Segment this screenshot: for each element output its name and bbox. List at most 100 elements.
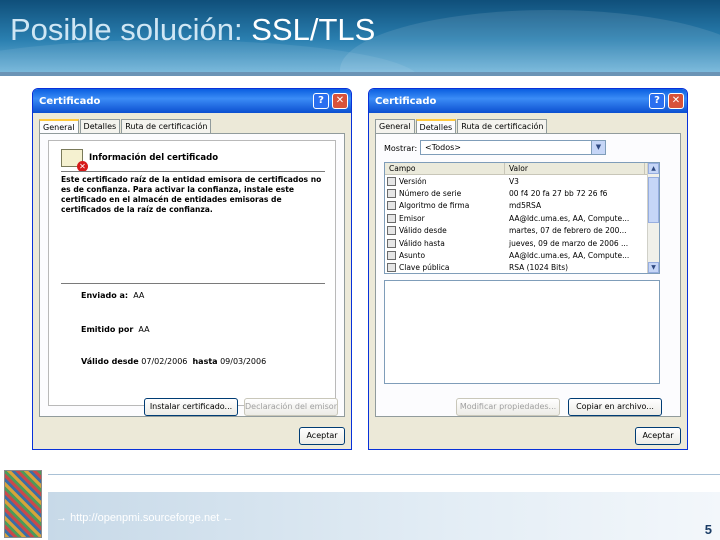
scroll-down-icon[interactable]: ▼ [648, 262, 659, 273]
scroll-up-icon[interactable]: ▲ [648, 163, 659, 174]
tab-general[interactable]: General [39, 119, 79, 134]
column-header-value[interactable]: Valor [505, 163, 645, 174]
footer-divider [48, 474, 720, 475]
field-icon [387, 176, 396, 186]
issued-by-value: AA [138, 325, 150, 334]
issued-by: Emitido por AA [81, 325, 150, 334]
field-icon [387, 213, 396, 223]
issued-to-label: Enviado a: [81, 291, 129, 300]
valid-to-label: hasta [192, 357, 218, 366]
list-row[interactable]: Válido desde martes, 07 de febrero de 200… [385, 225, 659, 237]
slide-header: Posible solución: SSL/TLS [0, 0, 720, 72]
field-value: martes, 07 de febrero de 200... [509, 226, 627, 236]
trust-warning-text: Este certificado raíz de la entidad emis… [61, 175, 322, 214]
tab-strip: General Detalles Ruta de certificación [375, 119, 548, 134]
valid-to-value: 09/03/2006 [220, 357, 267, 366]
footer-url[interactable]: http://openpmi.sourceforge.net [70, 512, 219, 524]
arrow-left-icon: ← [222, 512, 234, 524]
field-value: V3 [509, 176, 519, 186]
certificate-dialog-details: Certificado ? ✕ General Detalles Ruta de… [368, 88, 688, 450]
dialog-title: Certificado [39, 95, 101, 107]
ok-button[interactable]: Aceptar [635, 427, 681, 445]
field-icon [387, 226, 396, 236]
field-name: Clave pública [399, 263, 450, 273]
field-value: 00 f4 20 fa 27 bb 72 26 f6 [509, 189, 608, 199]
field-name: Versión [399, 176, 427, 186]
chevron-down-icon[interactable]: ▼ [591, 141, 605, 154]
issued-to: Enviado a: AA [81, 291, 144, 300]
tab-panel-details: Mostrar: <Todos> ▼ Campo Valor Versión V3… [375, 133, 681, 417]
help-button[interactable]: ? [313, 93, 329, 109]
certificate-error-icon: ✕ [61, 149, 88, 172]
tab-certification-path[interactable]: Ruta de certificación [121, 119, 212, 134]
issuer-statement-button: Declaración del emisor [244, 398, 338, 416]
install-certificate-button[interactable]: Instalar certificado... [144, 398, 238, 416]
tab-details[interactable]: Detalles [79, 119, 121, 134]
field-icon [387, 238, 396, 248]
field-icon [387, 251, 396, 261]
dialog-titlebar[interactable]: Certificado ? ✕ [369, 89, 687, 113]
list-row[interactable]: Clave pública RSA (1024 Bits) [385, 262, 659, 273]
field-icon [387, 263, 396, 273]
tab-strip: General Detalles Ruta de certificación [39, 119, 212, 134]
header-divider [0, 72, 720, 76]
issued-to-value: AA [133, 291, 145, 300]
close-button[interactable]: ✕ [668, 93, 684, 109]
field-name: Válido desde [399, 226, 447, 236]
slide-title-part2: SSL/TLS [251, 12, 376, 47]
field-name: Número de serie [399, 189, 462, 199]
field-name: Algoritmo de firma [399, 201, 470, 211]
column-header-field[interactable]: Campo [385, 163, 505, 174]
certificate-info-box: ✕ Información del certificado Este certi… [48, 140, 336, 406]
help-button[interactable]: ? [649, 93, 665, 109]
field-value: jueves, 09 de marzo de 2006 ... [509, 238, 629, 248]
field-name: Válido hasta [399, 238, 445, 248]
slide-title: Posible solución: SSL/TLS [10, 12, 375, 48]
list-row[interactable]: Emisor AA@ldc.uma.es, AA, Compute... [385, 212, 659, 224]
edit-properties-button: Modificar propiedades... [456, 398, 560, 416]
tab-general[interactable]: General [375, 119, 415, 134]
field-icon [387, 189, 396, 199]
field-value: md5RSA [509, 201, 542, 211]
field-detail-box[interactable] [384, 280, 660, 384]
certificate-dialog-general: Certificado ? ✕ General Detalles Ruta de… [32, 88, 352, 450]
show-dropdown-value: <Todos> [425, 143, 461, 152]
dialog-title: Certificado [375, 95, 437, 107]
field-icon [387, 201, 396, 211]
valid-from-label: Válido desde [81, 357, 139, 366]
slide-title-part1: Posible solución: [10, 12, 252, 47]
field-value: AA@ldc.uma.es, AA, Compute... [509, 251, 630, 261]
list-row[interactable]: Válido hasta jueves, 09 de marzo de 2006 … [385, 237, 659, 249]
list-row[interactable]: Asunto AA@ldc.uma.es, AA, Compute... [385, 249, 659, 261]
footer-link[interactable]: → http://openpmi.sourceforge.net ← [56, 512, 233, 524]
scroll-thumb[interactable] [648, 177, 659, 223]
list-header: Campo Valor [385, 163, 659, 175]
field-value: AA@ldc.uma.es, AA, Compute... [509, 213, 630, 223]
tab-panel-general: ✕ Información del certificado Este certi… [39, 133, 345, 417]
valid-from-value: 07/02/2006 [141, 357, 188, 366]
show-label: Mostrar: [384, 144, 418, 153]
list-row[interactable]: Algoritmo de firma md5RSA [385, 200, 659, 212]
issued-by-label: Emitido por [81, 325, 134, 334]
field-name: Asunto [399, 251, 426, 261]
field-name: Emisor [399, 213, 425, 223]
cert-info-heading: Información del certificado [89, 153, 219, 163]
dialog-titlebar[interactable]: Certificado ? ✕ [33, 89, 351, 113]
divider [61, 283, 325, 284]
tab-details[interactable]: Detalles [415, 119, 457, 134]
arrow-right-icon: → [56, 512, 67, 524]
field-value: RSA (1024 Bits) [509, 263, 569, 273]
show-dropdown[interactable]: <Todos> ▼ [420, 140, 606, 155]
list-row[interactable]: Versión V3 [385, 175, 659, 187]
ok-button[interactable]: Aceptar [299, 427, 345, 445]
list-scrollbar[interactable]: ▲ ▼ [647, 163, 659, 273]
page-number: 5 [704, 522, 712, 537]
close-button[interactable]: ✕ [332, 93, 348, 109]
divider [61, 171, 325, 172]
copy-to-file-button[interactable]: Copiar en archivo... [568, 398, 662, 416]
tab-certification-path[interactable]: Ruta de certificación [457, 119, 548, 134]
list-row[interactable]: Número de serie 00 f4 20 fa 27 bb 72 26 f… [385, 187, 659, 199]
fields-list[interactable]: Campo Valor Versión V3 Número de serie 00 … [384, 162, 660, 274]
conference-logo [4, 470, 42, 538]
validity: Válido desde 07/02/2006 hasta 09/03/2006 [81, 357, 266, 366]
